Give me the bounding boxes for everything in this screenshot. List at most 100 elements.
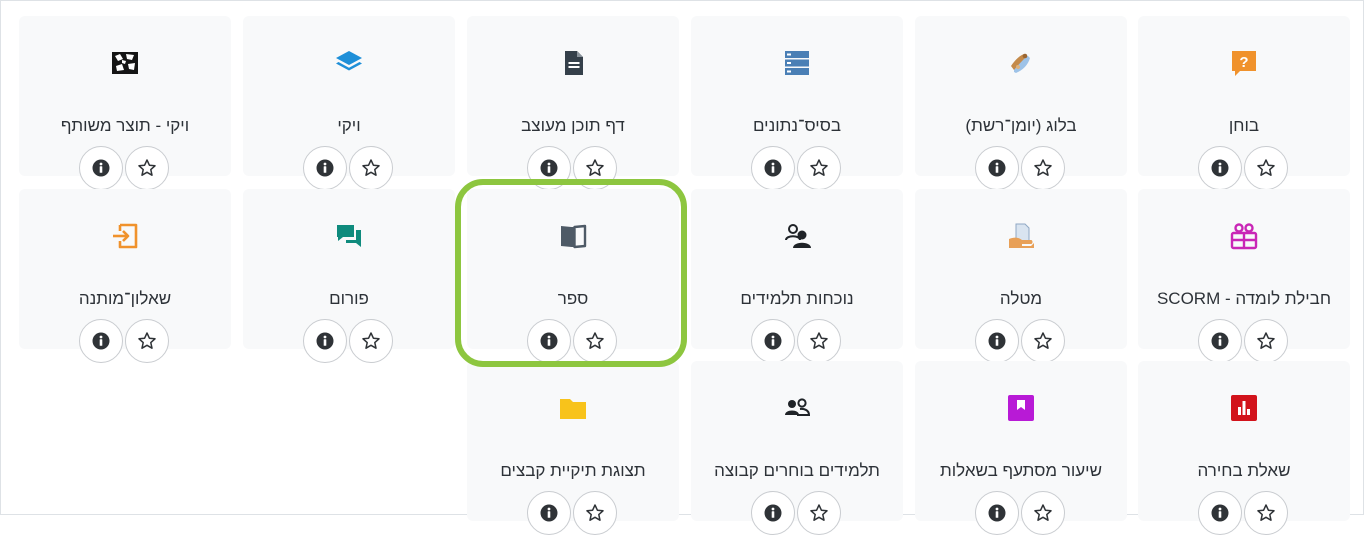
info-icon: [316, 332, 334, 350]
activity-tile-attendance[interactable]: נוכחות תלמידים: [691, 189, 903, 363]
activity-tile-blog[interactable]: בלוג (יומן־רשת): [915, 16, 1127, 190]
info-icon: [988, 332, 1006, 350]
feedback-icon: [110, 221, 140, 251]
activity-tile-assignment[interactable]: מטלה: [915, 189, 1127, 363]
group-select-icon: [782, 393, 812, 423]
info-button[interactable]: [751, 146, 795, 190]
star-button[interactable]: [125, 146, 169, 190]
info-icon: [92, 159, 110, 177]
activity-actions: [975, 146, 1067, 190]
scorm-icon: [1229, 221, 1259, 251]
activity-actions: [751, 319, 843, 363]
activity-tile-scorm[interactable]: חבילת לומדה - SCORM: [1138, 189, 1350, 363]
activity-tile-groupselect[interactable]: תלמידים בוחרים קבוצה: [691, 361, 903, 535]
activity-actions: [527, 319, 619, 363]
star-button[interactable]: [1244, 146, 1288, 190]
info-icon: [1211, 504, 1229, 522]
star-icon: [1257, 159, 1275, 176]
star-icon: [1257, 504, 1275, 521]
attendance-icon: [782, 221, 812, 251]
activity-tile-page[interactable]: דף תוכן מעוצב: [467, 16, 679, 190]
info-button[interactable]: [751, 491, 795, 535]
info-button[interactable]: [527, 146, 571, 190]
star-button[interactable]: [797, 491, 841, 535]
quiz-icon: ?: [1229, 48, 1259, 78]
activity-tile-forum[interactable]: פורום: [243, 189, 455, 363]
activity-label: שאלון־מותנה: [78, 289, 172, 308]
database-icon: [782, 48, 812, 78]
star-button[interactable]: [349, 146, 393, 190]
activity-actions: [1198, 146, 1290, 190]
activity-tile-feedback[interactable]: שאלון־מותנה: [19, 189, 231, 363]
info-button[interactable]: [79, 319, 123, 363]
wiki-shared-icon: [110, 48, 140, 78]
star-button[interactable]: [125, 319, 169, 363]
activity-chooser: ויקי - תוצר משותף ויקי דף תוכן מעוצב בסי…: [0, 0, 1364, 535]
activity-actions: [303, 146, 395, 190]
info-icon: [1211, 332, 1229, 350]
star-button[interactable]: [1244, 319, 1288, 363]
activity-actions: [751, 146, 843, 190]
info-button[interactable]: [751, 319, 795, 363]
star-icon: [810, 332, 828, 349]
blog-icon: [1006, 48, 1036, 78]
activity-tile-database[interactable]: בסיס־נתונים: [691, 16, 903, 190]
star-button[interactable]: [573, 491, 617, 535]
info-button[interactable]: [527, 491, 571, 535]
star-button[interactable]: [797, 319, 841, 363]
info-button[interactable]: [1198, 319, 1242, 363]
activity-actions: [303, 319, 395, 363]
info-button[interactable]: [527, 319, 571, 363]
star-button[interactable]: [349, 319, 393, 363]
activity-actions: [1198, 491, 1290, 535]
info-icon: [540, 504, 558, 522]
svg-text:?: ?: [1239, 54, 1248, 71]
star-icon: [362, 332, 380, 349]
info-button[interactable]: [79, 146, 123, 190]
activity-tile-choice[interactable]: שאלת בחירה: [1138, 361, 1350, 535]
activity-label: מטלה: [999, 289, 1043, 308]
activity-label: ויקי: [337, 116, 361, 135]
layers-icon: [334, 48, 364, 78]
info-button[interactable]: [303, 146, 347, 190]
activity-actions: [975, 319, 1067, 363]
activity-tile-wiki[interactable]: ויקי: [243, 16, 455, 190]
activity-label: ספר: [557, 289, 589, 308]
star-icon: [1034, 159, 1052, 176]
star-button[interactable]: [797, 146, 841, 190]
activity-tile-wiki-shared[interactable]: ויקי - תוצר משותף: [19, 16, 231, 190]
activity-label: בלוג (יומן־רשת): [965, 116, 1077, 135]
activity-tile-folder[interactable]: תצוגת תיקיית קבצים: [467, 361, 679, 535]
info-icon: [988, 159, 1006, 177]
star-button[interactable]: [1021, 146, 1065, 190]
book-icon: [558, 221, 588, 251]
star-button[interactable]: [573, 319, 617, 363]
activity-label: בוחן: [1228, 116, 1260, 135]
activity-tile-book[interactable]: ספר: [467, 189, 679, 363]
activity-tile-quiz[interactable]: ? בוחן: [1138, 16, 1350, 190]
star-button[interactable]: [1021, 319, 1065, 363]
info-icon: [764, 504, 782, 522]
assignment-icon: [1006, 221, 1036, 251]
activity-tile-lesson[interactable]: שיעור מסתעף בשאלות: [915, 361, 1127, 535]
info-button[interactable]: [975, 491, 1019, 535]
activity-actions: [79, 146, 171, 190]
info-button[interactable]: [1198, 491, 1242, 535]
activity-actions: [1198, 319, 1290, 363]
forum-icon: [334, 221, 364, 251]
star-button[interactable]: [573, 146, 617, 190]
activity-actions: [527, 146, 619, 190]
star-icon: [362, 159, 380, 176]
info-button[interactable]: [1198, 146, 1242, 190]
activity-label: תצוגת תיקיית קבצים: [500, 461, 646, 480]
info-icon: [540, 332, 558, 350]
star-icon: [810, 159, 828, 176]
info-button[interactable]: [975, 146, 1019, 190]
info-button[interactable]: [303, 319, 347, 363]
info-icon: [540, 159, 558, 177]
star-button[interactable]: [1021, 491, 1065, 535]
star-button[interactable]: [1244, 491, 1288, 535]
activity-label: פורום: [329, 289, 369, 308]
info-button[interactable]: [975, 319, 1019, 363]
info-icon: [316, 159, 334, 177]
